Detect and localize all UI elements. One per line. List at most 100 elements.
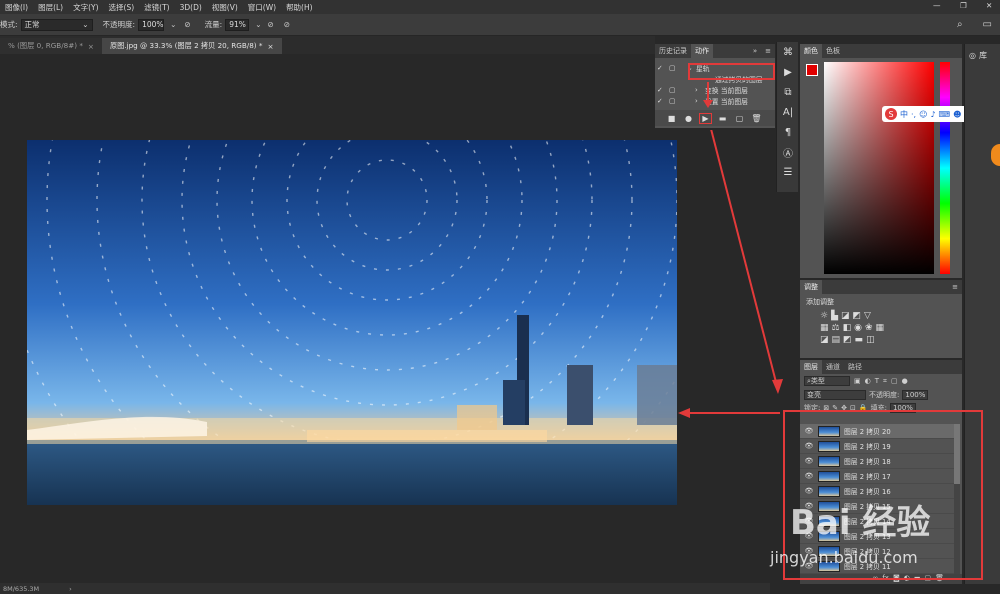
play-icon[interactable]: ▶ — [699, 112, 712, 124]
panel-collapse-icon[interactable]: » — [749, 44, 761, 58]
keyboard-icon[interactable]: ⌨ — [939, 110, 951, 119]
menu-item-view[interactable]: 视图(V) — [207, 2, 243, 13]
search-icon[interactable]: ⌕ — [957, 19, 963, 30]
tab-paths[interactable]: 路径 — [844, 360, 866, 374]
opacity-dropdown-icon[interactable]: ⌄ — [170, 20, 176, 29]
filter-shape-icon[interactable]: ⌗ — [883, 377, 887, 386]
airbrush-icon[interactable]: ⊘ — [267, 20, 273, 29]
floating-badge[interactable] — [991, 144, 1000, 166]
tab-channels[interactable]: 通道 — [822, 360, 844, 374]
filter-pixel-icon[interactable]: ▣ — [854, 377, 861, 385]
libraries-tab[interactable]: ◎ 库 — [965, 44, 1000, 67]
filter-adjust-icon[interactable]: ◐ — [865, 377, 871, 385]
blend-mode-select[interactable]: 变亮 — [804, 389, 866, 400]
menu-item-filter[interactable]: 滤镜(T) — [139, 2, 174, 13]
tab-close-icon[interactable]: × — [88, 42, 94, 51]
menu-item-image[interactable]: 图像(I) — [0, 2, 33, 13]
close-button[interactable]: ✕ — [981, 1, 997, 10]
restore-button[interactable]: ❐ — [955, 1, 972, 10]
invert-icon[interactable]: ◪ — [820, 335, 829, 345]
sogou-logo-icon[interactable]: S — [885, 108, 897, 120]
color-balance-icon[interactable]: ⚖ — [832, 323, 840, 333]
status-chevron-icon[interactable]: › — [69, 585, 72, 593]
menu-item-select[interactable]: 选择(S) — [104, 2, 140, 13]
trash-icon[interactable]: 🗑 — [750, 113, 763, 124]
menu-item-window[interactable]: 窗口(W) — [243, 2, 281, 13]
menu-item-type[interactable]: 文字(Y) — [68, 2, 103, 13]
tab-swatches[interactable]: 色板 — [822, 44, 844, 58]
tab-close-icon[interactable]: × — [267, 42, 273, 51]
layer-filter-select[interactable]: ⌕ 类型 — [804, 376, 850, 386]
tab-document-1[interactable]: % (图层 0, RGB/8#) * × — [0, 38, 102, 54]
gradient-map-icon[interactable]: ▬ — [855, 335, 864, 345]
tab-actions[interactable]: 动作 — [691, 44, 713, 58]
filter-type-icon[interactable]: T — [875, 377, 879, 385]
tab-history[interactable]: 历史记录 — [655, 44, 691, 58]
hue-slider[interactable] — [940, 62, 950, 274]
action-row[interactable]: ✓ ▢ › 设置 当前图层 — [657, 95, 775, 106]
record-icon[interactable]: ● — [682, 113, 695, 124]
workspace-icon[interactable]: ▭ — [983, 19, 992, 30]
glyph-icon[interactable]: Ⓐ — [777, 142, 799, 162]
check-icon[interactable]: ✓ — [657, 64, 669, 72]
folder-icon[interactable]: ▬ — [716, 113, 729, 124]
actions-icon[interactable]: ▶ — [777, 62, 799, 82]
menu-item-layer[interactable]: 图层(L) — [33, 2, 68, 13]
emoji-icon[interactable]: ☺ — [919, 110, 927, 119]
pressure-size-icon[interactable]: ⊘ — [284, 20, 290, 29]
brightness-icon[interactable]: ☼ — [820, 311, 828, 321]
brush-settings-icon[interactable]: ⌘ — [777, 42, 799, 62]
check-icon[interactable]: ✓ — [657, 97, 669, 105]
ime-mode-label[interactable]: 中 — [900, 109, 908, 120]
check-icon[interactable]: ✓ — [657, 86, 669, 94]
photo-filter-icon[interactable]: ◉ — [854, 323, 862, 333]
character-icon[interactable]: A| — [777, 102, 799, 122]
adjustments-header: 调整 ≡ — [800, 280, 962, 294]
punctuation-icon[interactable]: ·, — [911, 110, 916, 119]
vibrance-icon[interactable]: ▽ — [864, 311, 871, 321]
panel-menu-icon[interactable]: ≡ — [948, 280, 962, 294]
posterize-icon[interactable]: ▤ — [832, 335, 841, 345]
document-canvas[interactable] — [27, 140, 677, 505]
black-white-icon[interactable]: ◧ — [843, 323, 852, 333]
curves-icon[interactable]: ◪ — [841, 311, 850, 321]
tab-document-2[interactable]: 原图.jpg @ 33.3% (图层 2 拷贝 20, RGB/8) * × — [101, 38, 282, 54]
color-field[interactable] — [824, 62, 934, 274]
dialog-toggle-icon[interactable]: ▢ — [669, 97, 695, 105]
flow-dropdown-icon[interactable]: ⌄ — [255, 20, 261, 29]
tab-color[interactable]: 颜色 — [800, 44, 822, 58]
paragraph-icon[interactable]: ¶ — [777, 122, 799, 142]
menu-item-help[interactable]: 帮助(H) — [281, 2, 318, 13]
memory-status: 8M/635.3M — [3, 584, 40, 593]
filter-toggle-icon[interactable]: ● — [902, 377, 908, 385]
filter-smart-icon[interactable]: ▢ — [891, 377, 898, 385]
layer-opacity-input[interactable]: 100% — [902, 389, 929, 400]
tab-layers[interactable]: 图层 — [800, 360, 822, 374]
panel-menu-icon[interactable]: ≡ — [761, 44, 775, 58]
exposure-icon[interactable]: ◩ — [853, 311, 862, 321]
hue-sat-icon[interactable]: ▦ — [820, 323, 829, 333]
foreground-color-swatch[interactable] — [806, 64, 818, 76]
properties-icon[interactable]: ☰ — [777, 162, 799, 182]
color-lookup-icon[interactable]: ▦ — [876, 323, 885, 333]
mode-select[interactable]: 正常 ⌄ — [20, 18, 93, 31]
channel-mixer-icon[interactable]: ❀ — [865, 323, 873, 333]
dialog-toggle-icon[interactable]: ▢ — [669, 64, 687, 72]
stop-icon[interactable]: ■ — [665, 113, 678, 124]
pressure-opacity-icon[interactable]: ⊘ — [184, 20, 190, 29]
levels-icon[interactable]: ▙ — [831, 311, 838, 321]
selective-color-icon[interactable]: ◫ — [866, 335, 875, 345]
minimize-button[interactable]: — — [928, 1, 946, 10]
clone-source-icon[interactable]: ⧉ — [777, 82, 799, 102]
opacity-input[interactable]: 100% — [138, 18, 165, 31]
menu-item-3d[interactable]: 3D(D) — [175, 3, 207, 12]
voice-icon[interactable]: ♪ — [930, 110, 935, 119]
dialog-toggle-icon[interactable]: ▢ — [669, 86, 695, 94]
threshold-icon[interactable]: ◩ — [843, 335, 852, 345]
user-icon[interactable]: ☻ — [953, 110, 961, 119]
flow-input[interactable]: 91% — [225, 18, 250, 31]
libraries-label: 库 — [978, 51, 987, 60]
new-action-icon[interactable]: ▢ — [733, 113, 746, 124]
action-row[interactable]: ✓ ▢ › 变换 当前图层 — [657, 84, 775, 95]
options-bar: 模式: 正常 ⌄ 不透明度: 100% ⌄ ⊘ 流量: 91% ⌄ ⊘ ⊘ ⌕ ▭ — [0, 14, 1000, 36]
